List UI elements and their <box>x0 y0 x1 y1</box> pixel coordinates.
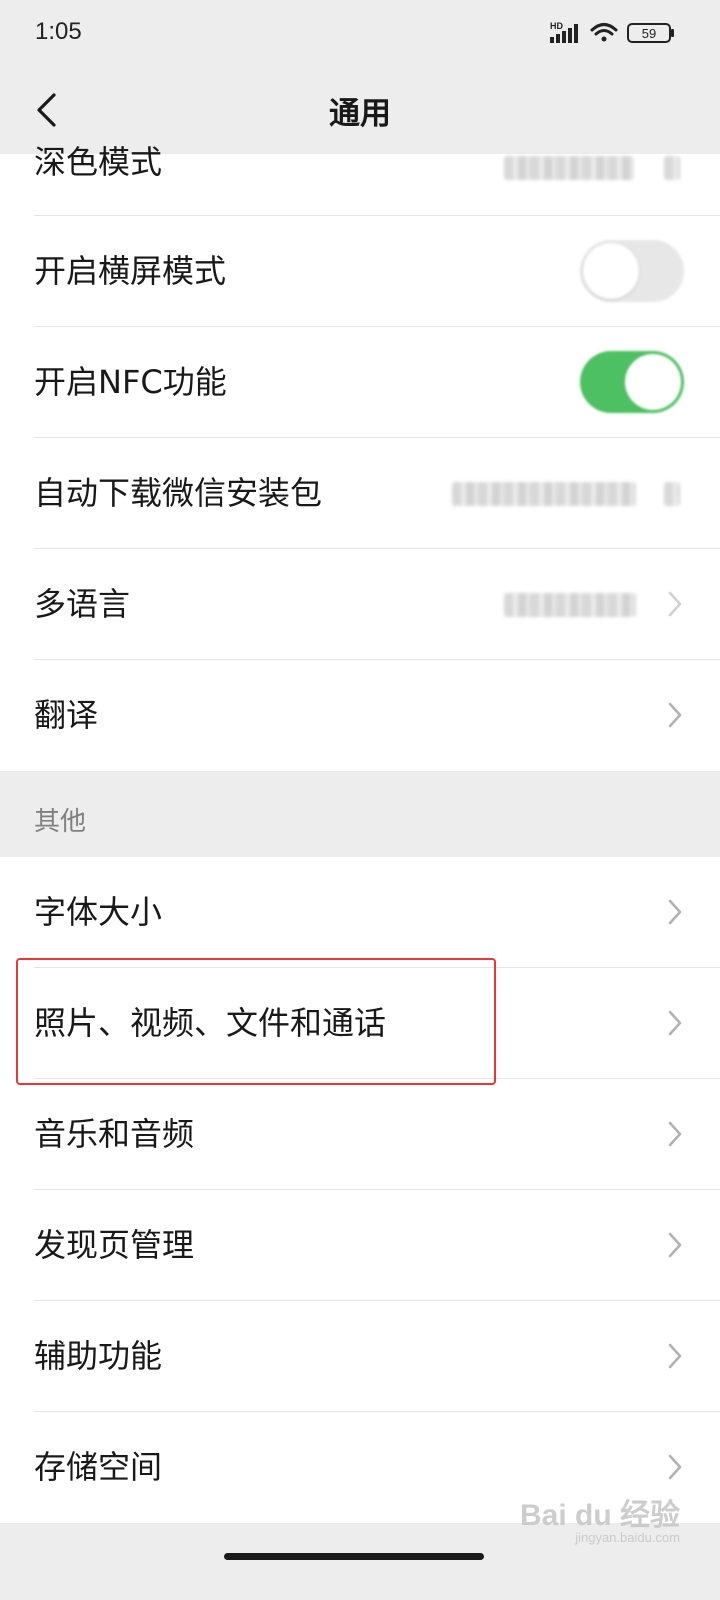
setting-row-dark-mode[interactable]: 深色模式 <box>0 143 720 216</box>
setting-row-accessibility[interactable]: 辅助功能 <box>0 1301 720 1412</box>
setting-value-blurred <box>504 156 634 180</box>
setting-label: 开启横屏模式 <box>34 252 227 290</box>
setting-row-media-files[interactable]: 照片、视频、文件和通话 <box>0 968 720 1079</box>
home-indicator[interactable] <box>224 1553 484 1560</box>
setting-label: 音乐和音频 <box>34 1115 195 1153</box>
landscape-toggle[interactable] <box>580 240 684 302</box>
setting-row-nfc[interactable]: 开启NFC功能 <box>0 327 720 438</box>
chevron-right-icon <box>668 1232 682 1258</box>
setting-label: 照片、视频、文件和通话 <box>34 1004 387 1042</box>
nfc-toggle[interactable] <box>580 351 684 413</box>
setting-row-discover-manage[interactable]: 发现页管理 <box>0 1190 720 1301</box>
setting-row-auto-download[interactable]: 自动下载微信安装包 <box>0 438 720 549</box>
chevron-right-icon <box>668 1454 682 1480</box>
setting-label: 字体大小 <box>34 893 163 931</box>
setting-label: 自动下载微信安装包 <box>34 474 323 512</box>
settings-content[interactable]: 深色模式 开启横屏模式 开启NFC功能 自动下载微信安装包 多语言 翻译 其他 … <box>0 143 720 1537</box>
battery-icon: 59 <box>627 23 674 43</box>
setting-row-language[interactable]: 多语言 <box>0 549 720 660</box>
setting-value-blurred <box>504 593 636 617</box>
setting-value-blurred <box>452 482 636 506</box>
setting-label: 辅助功能 <box>34 1337 163 1375</box>
battery-level: 59 <box>642 26 656 41</box>
chevron-right-icon <box>668 1343 682 1369</box>
settings-group-other: 字体大小 照片、视频、文件和通话 音乐和音频 发现页管理 辅助功能 存储空间 <box>0 857 720 1523</box>
chevron-right-icon <box>668 1121 682 1147</box>
setting-label: 存储空间 <box>34 1448 163 1486</box>
baidu-watermark: Bai du 经验 jingyan.baidu.com <box>520 1490 680 1545</box>
setting-row-landscape[interactable]: 开启横屏模式 <box>0 216 720 327</box>
setting-label: 多语言 <box>34 585 131 623</box>
chevron-right-icon <box>664 482 680 506</box>
chevron-right-icon <box>668 899 682 925</box>
setting-row-music-audio[interactable]: 音乐和音频 <box>0 1079 720 1190</box>
toggle-knob <box>625 354 681 410</box>
chevron-right-icon <box>668 702 682 728</box>
setting-label: 翻译 <box>34 696 99 734</box>
setting-label: 发现页管理 <box>34 1226 195 1264</box>
chevron-right-icon <box>668 591 682 617</box>
chevron-right-icon <box>668 1010 682 1036</box>
watermark-text: Bai du 经验 <box>519 1499 680 1532</box>
setting-row-translate[interactable]: 翻译 <box>0 660 720 771</box>
setting-row-font-size[interactable]: 字体大小 <box>0 857 720 968</box>
chevron-right-icon <box>664 156 680 180</box>
status-icons: HD 59 <box>550 21 674 43</box>
page-title: 通用 <box>329 96 391 132</box>
settings-group-general: 深色模式 开启横屏模式 开启NFC功能 自动下载微信安装包 多语言 翻译 <box>0 143 720 771</box>
section-header-other: 其他 <box>0 771 720 857</box>
setting-label: 开启NFC功能 <box>34 363 227 401</box>
network-label: HD <box>550 21 563 31</box>
status-bar: 1:05 HD 59 <box>0 0 720 66</box>
setting-label: 深色模式 <box>34 143 163 181</box>
toggle-knob <box>583 243 639 299</box>
section-title: 其他 <box>34 807 87 837</box>
status-time: 1:05 <box>35 18 82 45</box>
navigation-bar: 通用 <box>0 66 720 154</box>
watermark-subtext: jingyan.baidu.com <box>575 1530 680 1545</box>
wifi-icon <box>590 23 618 42</box>
